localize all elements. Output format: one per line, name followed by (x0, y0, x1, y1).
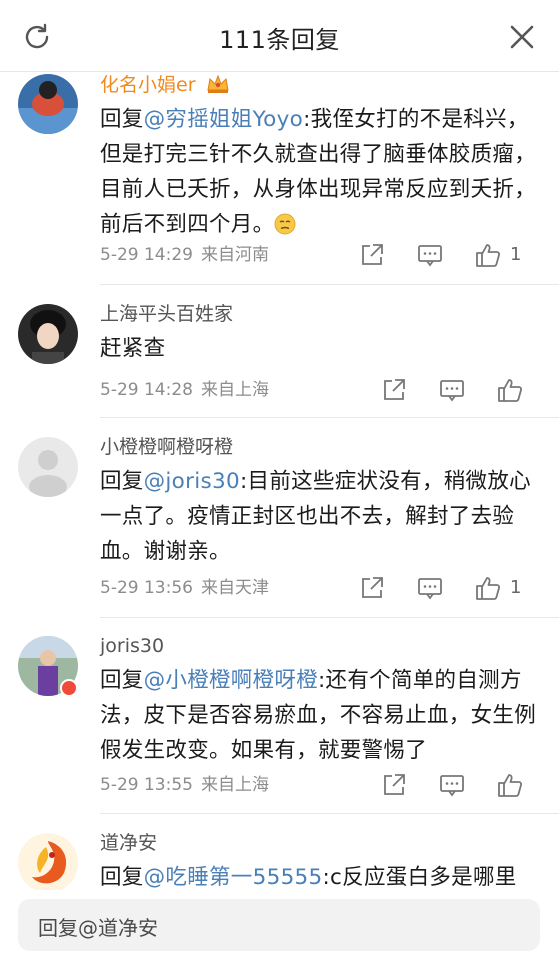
avatar[interactable] (18, 304, 78, 364)
comment-text: 回复@吃睡第一55555:c反应蛋白多是哪里 (100, 865, 517, 890)
like-count: 1 (510, 244, 522, 265)
crown-icon (206, 74, 229, 93)
comment-time: 5-29 14:28 (100, 380, 193, 400)
avatar[interactable] (18, 74, 78, 134)
comment-icon[interactable] (439, 377, 465, 403)
like-icon[interactable] (497, 377, 523, 403)
comment-time: 5-29 13:56 (100, 578, 193, 598)
comment-icon[interactable] (417, 575, 443, 601)
share-icon[interactable] (381, 772, 407, 798)
divider (100, 417, 559, 418)
comment-text: 赶紧查 (100, 336, 166, 361)
comment-list[interactable]: 化名小娟er 回复@穷摇姐姐Yoyo:我侄女打的不是科兴，但是打完三针不久就查出… (0, 72, 559, 890)
mention-link[interactable]: @吃睡第一55555 (144, 865, 323, 890)
divider (100, 617, 559, 618)
reply-prefix: 回复 (100, 865, 144, 890)
mention-link[interactable]: @小橙橙啊橙呀橙 (144, 668, 318, 693)
comment-location: 来自河南 (200, 245, 269, 265)
comment-text: 回复@穷摇姐姐Yoyo:我侄女打的不是科兴，但是打完三针不久就查出得了脑垂体胶质… (100, 107, 537, 237)
close-icon[interactable] (507, 22, 537, 52)
share-icon[interactable] (381, 377, 407, 403)
comment-meta: 5-29 14:28 来自上海 (100, 375, 559, 405)
share-icon[interactable] (359, 242, 385, 268)
comment-icon[interactable] (439, 772, 465, 798)
reply-prefix: 回复 (100, 469, 144, 494)
comment-meta: 5-29 14:29 来自河南 1 (100, 240, 559, 270)
comment-time: 5-29 14:29 (100, 245, 193, 265)
sad-face-icon (274, 213, 296, 235)
comment-location: 来自上海 (200, 380, 269, 400)
comment-actions (359, 375, 559, 405)
comment-actions (359, 770, 559, 800)
comment-time: 5-29 13:55 (100, 775, 193, 795)
comment-author[interactable]: 道净安 (100, 830, 539, 856)
comment-location: 来自天津 (200, 578, 269, 598)
comment-author[interactable]: joris30 (100, 633, 539, 659)
comment-text: 回复@小橙橙啊橙呀橙:还有个简单的自测方法，皮下是否容易瘀血，不容易止血，女生例… (100, 668, 537, 763)
comment-meta: 5-29 13:56 来自天津 1 (100, 573, 559, 603)
reply-header: 111条回复 (0, 0, 559, 72)
reply-prefix: 回复 (100, 668, 144, 693)
avatar[interactable] (18, 833, 78, 890)
verified-badge (60, 679, 78, 697)
comment-author[interactable]: 上海平头百姓家 (100, 301, 539, 327)
comment-text: 回复@joris30:目前这些症状没有，稍微放心一点了。疫情正封区也出不去，解封… (100, 469, 531, 564)
reply-input[interactable]: 回复@道净安 (18, 899, 540, 951)
comment-location: 来自上海 (200, 775, 269, 795)
comment-actions: 1 (359, 240, 559, 270)
page-title: 111条回复 (219, 26, 340, 54)
like-count: 1 (510, 577, 522, 598)
divider (100, 284, 559, 285)
mention-link[interactable]: @穷摇姐姐Yoyo (144, 107, 304, 132)
like-icon[interactable] (475, 242, 501, 268)
mention-link[interactable]: @joris30 (144, 469, 240, 494)
like-icon[interactable] (497, 772, 523, 798)
avatar[interactable] (18, 437, 78, 497)
share-icon[interactable] (359, 575, 385, 601)
comment-author[interactable]: 化名小娟er (100, 72, 539, 98)
comment-author[interactable]: 小橙橙啊橙呀橙 (100, 434, 539, 460)
comment-actions: 1 (359, 573, 559, 603)
reply-placeholder: 回复@道净安 (38, 916, 158, 940)
divider (100, 813, 559, 814)
comment-meta: 5-29 13:55 来自上海 (100, 770, 559, 800)
like-icon[interactable] (475, 575, 501, 601)
comment-icon[interactable] (417, 242, 443, 268)
reply-prefix: 回复 (100, 107, 144, 132)
